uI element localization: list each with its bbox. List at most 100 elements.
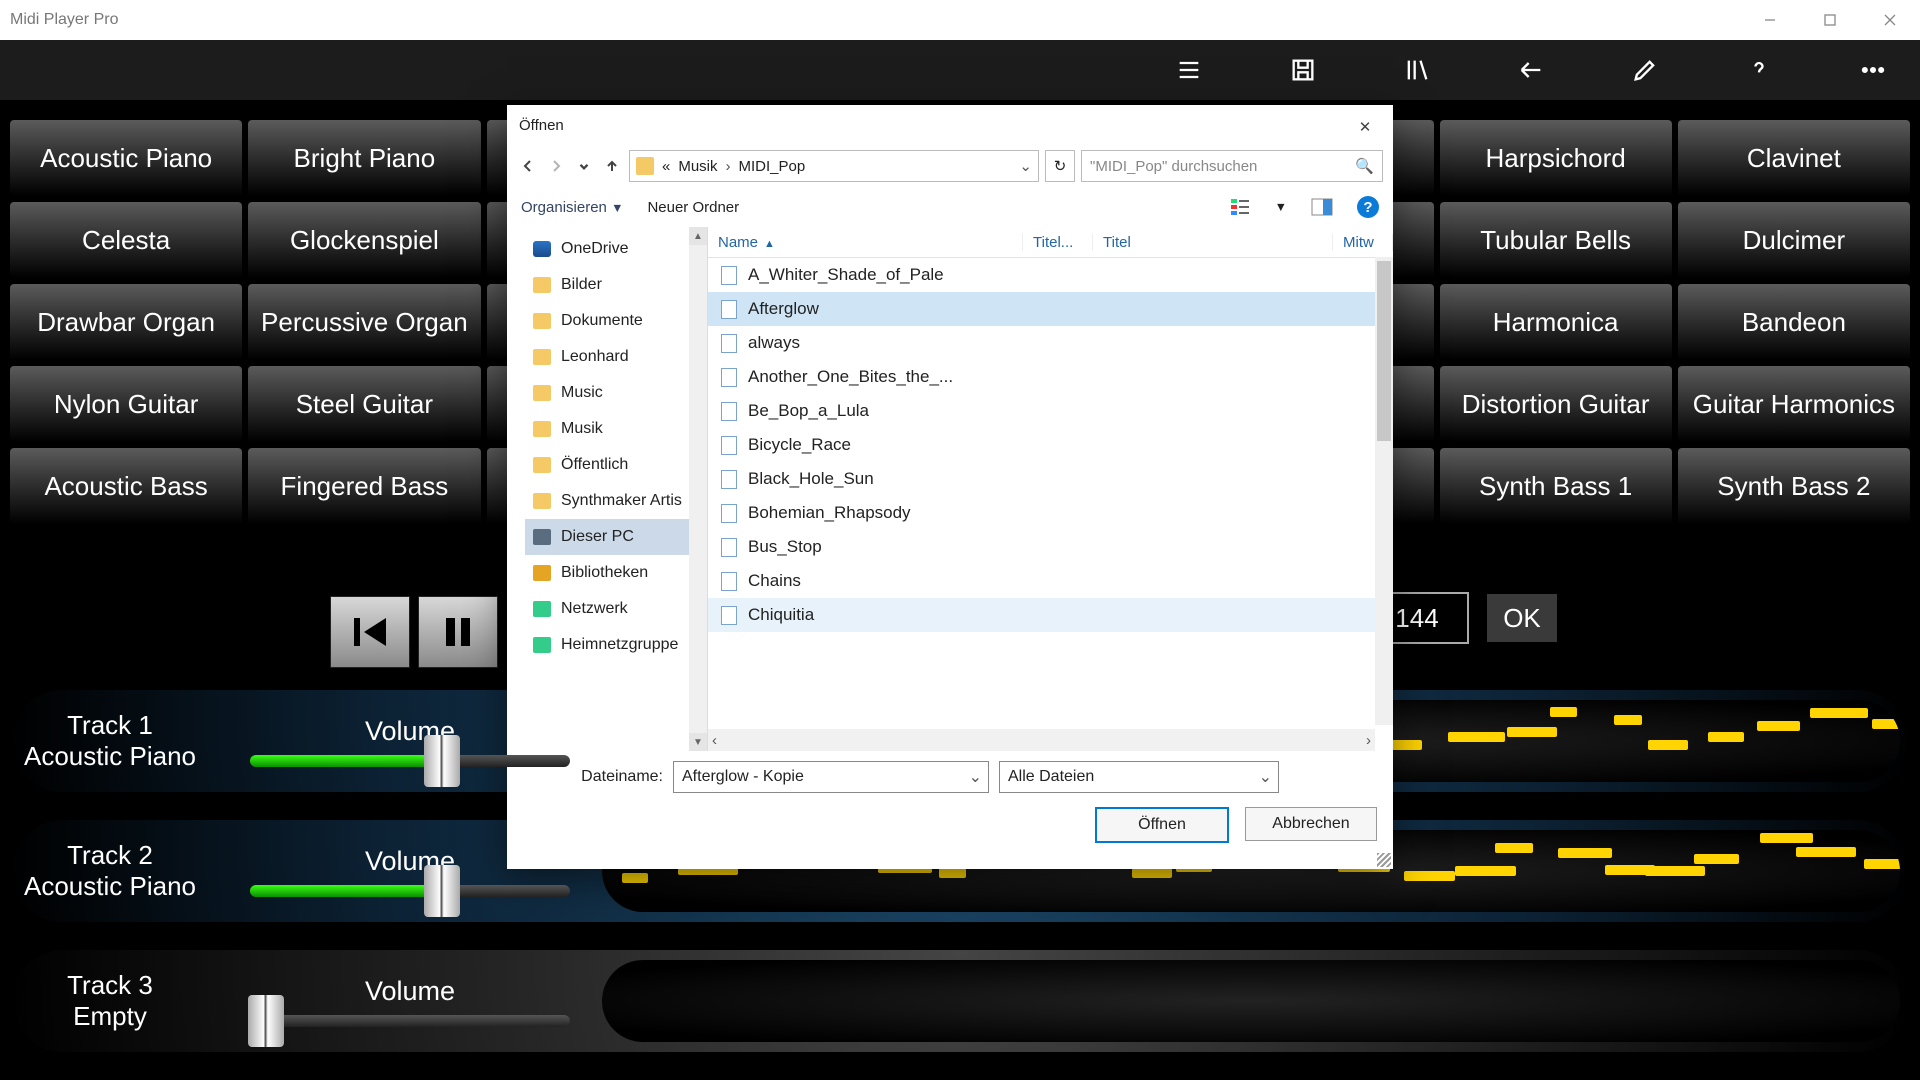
file-list-hscrollbar[interactable]: ‹› <box>708 729 1375 751</box>
preview-pane-icon[interactable] <box>1311 196 1333 218</box>
file-row[interactable]: Black_Hole_Sun <box>708 462 1393 496</box>
dialog-open-button[interactable]: Öffnen <box>1095 807 1229 843</box>
instrument-button[interactable]: Celesta <box>10 202 242 278</box>
tree-item[interactable]: Bibliotheken <box>525 555 707 591</box>
volume-slider[interactable] <box>250 885 570 897</box>
instrument-button[interactable]: Guitar Harmonics <box>1678 366 1910 442</box>
library-icon[interactable] <box>1400 53 1434 87</box>
file-row[interactable]: Chains <box>708 564 1393 598</box>
instrument-button[interactable]: Dulcimer <box>1678 202 1910 278</box>
dialog-cancel-button[interactable]: Abbrechen <box>1245 807 1377 841</box>
tree-item[interactable]: Heimnetzgruppe <box>525 627 707 663</box>
search-input[interactable]: "MIDI_Pop" durchsuchen 🔍 <box>1081 150 1383 182</box>
file-row[interactable]: Bicycle_Race <box>708 428 1393 462</box>
instrument-button[interactable]: Percussive Organ <box>248 284 480 360</box>
tree-item[interactable]: Netzwerk <box>525 591 707 627</box>
tree-scrollbar[interactable]: ▲ ▼ <box>689 227 707 751</box>
filename-input[interactable]: Afterglow - Kopie⌄ <box>673 761 989 793</box>
tree-item[interactable]: Synthmaker Artis <box>525 483 707 519</box>
volume-slider[interactable] <box>250 1015 570 1027</box>
file-row[interactable]: always <box>708 326 1393 360</box>
folder-icon <box>533 385 551 401</box>
instrument-button[interactable]: Harmonica <box>1440 284 1672 360</box>
file-list-scrollbar[interactable] <box>1375 257 1393 725</box>
instrument-button[interactable]: Synth Bass 1 <box>1440 448 1672 524</box>
file-row[interactable]: Chiquitia <box>708 598 1393 632</box>
new-folder-button[interactable]: Neuer Ordner <box>647 199 739 216</box>
tree-item[interactable]: Öffentlich <box>525 447 707 483</box>
file-type-filter[interactable]: Alle Dateien⌄ <box>999 761 1279 793</box>
slider-thumb[interactable] <box>248 995 284 1047</box>
file-row[interactable]: A_Whiter_Shade_of_Pale <box>708 258 1393 292</box>
dialog-close-button[interactable]: ✕ <box>1345 113 1385 141</box>
tree-item[interactable]: OneDrive <box>525 231 707 267</box>
file-row[interactable]: Afterglow <box>708 292 1393 326</box>
instrument-button[interactable]: Nylon Guitar <box>10 366 242 442</box>
edit-icon[interactable] <box>1628 53 1662 87</box>
folder-icon <box>533 277 551 293</box>
pause-button[interactable] <box>418 596 498 668</box>
refresh-icon[interactable]: ↻ <box>1045 150 1075 182</box>
instrument-button[interactable]: Fingered Bass <box>248 448 480 524</box>
instrument-button[interactable]: Bandeon <box>1678 284 1910 360</box>
nav-up-icon[interactable] <box>601 155 623 177</box>
file-row[interactable]: Bohemian_Rhapsody <box>708 496 1393 530</box>
tree-item[interactable]: Leonhard <box>525 339 707 375</box>
file-list[interactable]: Name▲ Titel... Titel Mitw A_Whiter_Shade… <box>708 227 1393 751</box>
volume-slider[interactable] <box>250 755 570 767</box>
breadcrumb-item[interactable]: Musik <box>678 158 717 175</box>
resize-handle-icon[interactable] <box>1377 853 1391 867</box>
list-icon[interactable] <box>1172 53 1206 87</box>
save-icon[interactable] <box>1286 53 1320 87</box>
tree-item[interactable]: Musik <box>525 411 707 447</box>
nav-back-icon[interactable] <box>517 155 539 177</box>
instrument-button[interactable]: Acoustic Piano <box>10 120 242 196</box>
instrument-button[interactable]: Acoustic Bass <box>10 448 242 524</box>
nav-forward-icon[interactable] <box>545 155 567 177</box>
scroll-up-icon[interactable]: ▲ <box>689 227 707 245</box>
file-row[interactable]: Another_One_Bites_the_... <box>708 360 1393 394</box>
slider-thumb[interactable] <box>424 735 460 787</box>
instrument-button[interactable]: Tubular Bells <box>1440 202 1672 278</box>
scroll-down-icon[interactable]: ▼ <box>689 733 707 751</box>
back-arrow-icon[interactable] <box>1514 53 1548 87</box>
chevron-down-icon[interactable]: ▼ <box>1275 200 1287 214</box>
chevron-down-icon[interactable]: ⌄ <box>969 767 982 787</box>
instrument-button[interactable]: Distortion Guitar <box>1440 366 1672 442</box>
tree-item[interactable]: Dokumente <box>525 303 707 339</box>
slider-thumb[interactable] <box>424 865 460 917</box>
window-maximize-button[interactable] <box>1800 0 1860 40</box>
instrument-button[interactable]: Steel Guitar <box>248 366 480 442</box>
instrument-button[interactable]: Glockenspiel <box>248 202 480 278</box>
nav-recent-dropdown-icon[interactable] <box>573 155 595 177</box>
dialog-help-icon[interactable]: ? <box>1357 196 1379 218</box>
window-minimize-button[interactable] <box>1740 0 1800 40</box>
tempo-ok-button[interactable]: OK <box>1487 594 1557 642</box>
sort-asc-icon[interactable]: ▲ <box>764 238 775 250</box>
instrument-button[interactable]: Drawbar Organ <box>10 284 242 360</box>
skip-back-button[interactable] <box>330 596 410 668</box>
breadcrumb-item[interactable]: MIDI_Pop <box>739 158 806 175</box>
folder-icon <box>533 349 551 365</box>
instrument-button[interactable]: Synth Bass 2 <box>1678 448 1910 524</box>
tree-item[interactable]: Music <box>525 375 707 411</box>
help-icon[interactable] <box>1742 53 1776 87</box>
file-row[interactable]: Be_Bop_a_Lula <box>708 394 1393 428</box>
track-name: Track 1 <box>67 710 153 741</box>
address-bar[interactable]: « Musik › MIDI_Pop ⌄ <box>629 150 1039 182</box>
tree-item[interactable]: Dieser PC <box>525 519 707 555</box>
file-row[interactable]: Bus_Stop <box>708 530 1393 564</box>
instrument-button[interactable]: Harpsichord <box>1440 120 1672 196</box>
chevron-right-icon: › <box>726 158 731 175</box>
folder-tree[interactable]: OneDriveBilderDokumenteLeonhardMusicMusi… <box>507 227 708 751</box>
chevron-down-icon[interactable]: ⌄ <box>1259 767 1272 787</box>
view-mode-icon[interactable] <box>1229 196 1251 218</box>
instrument-button[interactable]: Clavinet <box>1678 120 1910 196</box>
file-list-header[interactable]: Name▲ Titel... Titel Mitw <box>708 227 1393 258</box>
organize-menu[interactable]: Organisieren ▼ <box>521 199 623 216</box>
instrument-button[interactable]: Bright Piano <box>248 120 480 196</box>
window-close-button[interactable] <box>1860 0 1920 40</box>
chevron-down-icon[interactable]: ⌄ <box>1019 157 1032 175</box>
more-icon[interactable] <box>1856 53 1890 87</box>
tree-item[interactable]: Bilder <box>525 267 707 303</box>
